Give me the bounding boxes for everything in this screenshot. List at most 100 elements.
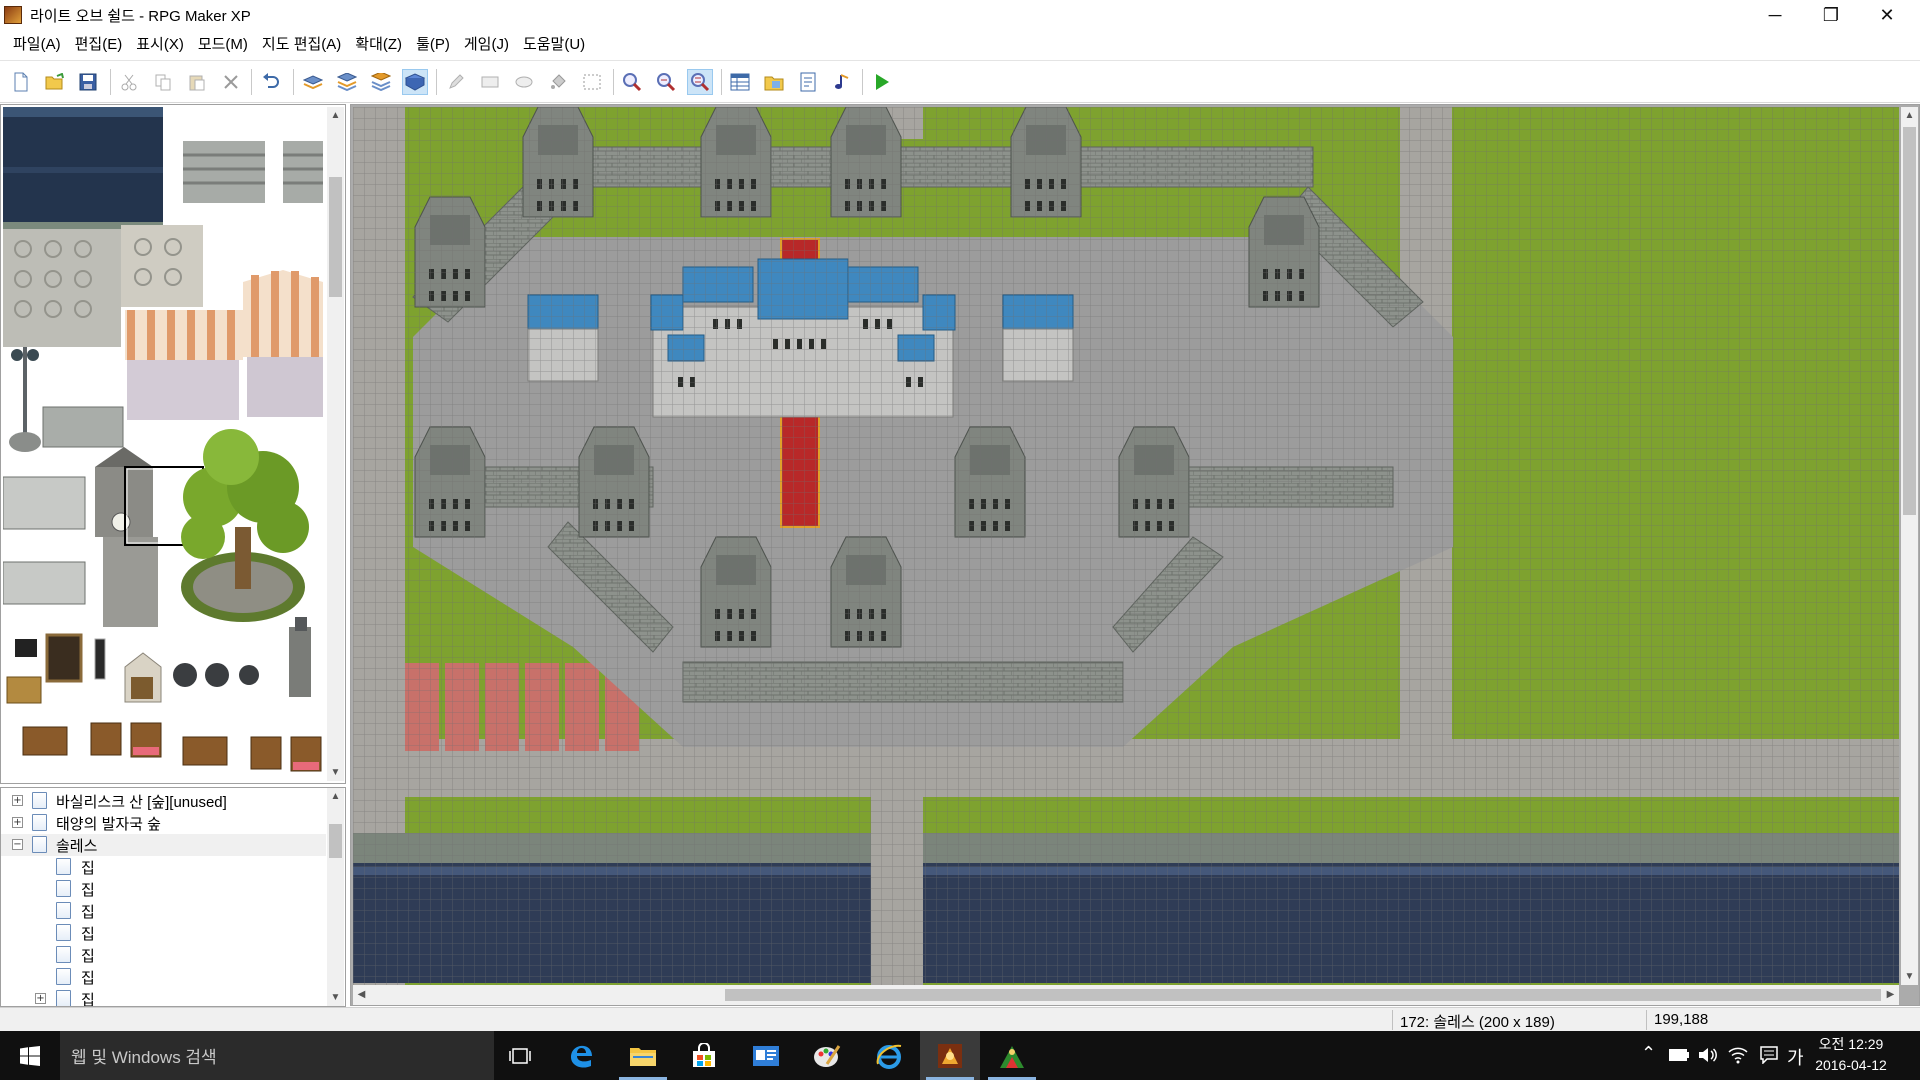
tree-item-house[interactable]: 집 <box>1 900 326 922</box>
zoom-1-1-button[interactable] <box>619 69 645 95</box>
tileset-scrollbar[interactable]: ▲ ▼ <box>327 107 344 781</box>
tree-item-soles[interactable]: − 솔레스 <box>1 834 326 856</box>
tree-item-basilisk-mountain[interactable]: + 바실리스크 산 [숲][unused] <box>1 790 326 812</box>
copy-button[interactable] <box>150 69 176 95</box>
restore-button[interactable]: ❐ <box>1808 0 1854 30</box>
scroll-left-arrow[interactable]: ◀ <box>353 986 370 1003</box>
tree-item-label: 솔레스 <box>56 837 98 855</box>
status-bar: 172: 솔레스 (200 x 189) 199,188 <box>0 1007 1920 1031</box>
expand-toggle[interactable]: + <box>35 993 46 1004</box>
scroll-thumb[interactable] <box>329 824 342 858</box>
tree-item-house[interactable]: 집 <box>1 878 326 900</box>
map-tree-scrollbar[interactable]: ▲ ▼ <box>327 788 344 1006</box>
pencil-button[interactable] <box>443 69 469 95</box>
menu-zoom[interactable]: 확대(Z) <box>348 31 409 59</box>
playtest-button[interactable] <box>869 69 895 95</box>
map-icon <box>56 880 71 897</box>
status-separator <box>1646 1010 1647 1030</box>
menu-mode[interactable]: 모드(M) <box>191 31 255 59</box>
tree-item-sun-footprint-forest[interactable]: + 태양의 발자국 숲 <box>1 812 326 834</box>
menu-view[interactable]: 표시(X) <box>129 31 191 59</box>
scroll-thumb[interactable] <box>329 177 342 297</box>
rectangle-button[interactable] <box>477 69 503 95</box>
action-center-icon[interactable] <box>1760 1046 1778 1064</box>
store-taskbar-button[interactable] <box>674 1031 734 1080</box>
cut-button[interactable] <box>116 69 142 95</box>
tree-item-house[interactable]: 집 <box>1 922 326 944</box>
sound-test-button[interactable] <box>829 69 855 95</box>
tree-item-house[interactable]: 집 <box>1 944 326 966</box>
rpg-maker-taskbar-button[interactable] <box>920 1031 980 1080</box>
edge-icon <box>571 1045 592 1068</box>
start-button[interactable] <box>0 1031 60 1080</box>
menu-game[interactable]: 게임(J) <box>457 31 516 59</box>
map-vertical-scrollbar[interactable]: ▲ ▼ <box>1901 107 1918 985</box>
edge-taskbar-button[interactable] <box>551 1031 611 1080</box>
layer-1-button[interactable] <box>300 69 326 95</box>
menu-edit[interactable]: 편집(E) <box>68 31 130 59</box>
contacts-taskbar-button[interactable] <box>736 1031 796 1080</box>
map-icon <box>56 946 71 963</box>
delete-button[interactable] <box>218 69 244 95</box>
task-view-button[interactable] <box>490 1031 550 1080</box>
menu-file[interactable]: 파일(A) <box>6 31 68 59</box>
menu-help[interactable]: 도움말(U) <box>516 31 592 59</box>
event-layer-button[interactable] <box>402 69 428 95</box>
map-horizontal-scrollbar[interactable]: ◀ ▶ <box>353 985 1899 1005</box>
scroll-down-arrow[interactable]: ▼ <box>327 989 344 1006</box>
ime-indicator[interactable]: 가 <box>1787 1044 1804 1070</box>
expand-toggle[interactable]: + <box>12 817 23 828</box>
menu-tools[interactable]: 툴(P) <box>409 31 457 59</box>
zoom-1-4-button[interactable] <box>687 69 713 95</box>
scroll-down-arrow[interactable]: ▼ <box>327 764 344 781</box>
expand-toggle[interactable]: + <box>12 795 23 806</box>
materials-button[interactable] <box>761 69 787 95</box>
paint-icon <box>814 1044 841 1067</box>
open-project-button[interactable] <box>42 69 68 95</box>
map-icon <box>56 902 71 919</box>
tileset-palette[interactable] <box>3 107 325 781</box>
undo-button[interactable] <box>258 69 284 95</box>
tree-item-house[interactable]: 집 <box>1 856 326 878</box>
scroll-thumb[interactable] <box>725 989 1881 1001</box>
close-button[interactable]: ✕ <box>1864 0 1910 30</box>
select-button[interactable] <box>579 69 605 95</box>
map-canvas[interactable] <box>353 107 1899 985</box>
fill-button[interactable] <box>545 69 571 95</box>
paste-button[interactable] <box>184 69 210 95</box>
zoom-1-2-button[interactable] <box>653 69 679 95</box>
tileset-image <box>3 107 325 781</box>
scroll-down-arrow[interactable]: ▼ <box>1901 968 1918 985</box>
ellipse-button[interactable] <box>511 69 537 95</box>
internet-explorer-taskbar-button[interactable] <box>859 1031 919 1080</box>
show-hidden-icons-icon[interactable]: ⌃ <box>1641 1043 1656 1064</box>
taskbar-search-box[interactable]: 웹 및 Windows 검색 <box>60 1031 494 1080</box>
tree-item-label: 집 <box>81 859 95 877</box>
layer-3-button[interactable] <box>368 69 394 95</box>
scroll-up-arrow[interactable]: ▲ <box>327 788 344 805</box>
collapse-toggle[interactable]: − <box>12 839 23 850</box>
new-project-button[interactable] <box>8 69 34 95</box>
paint-taskbar-button[interactable] <box>797 1031 857 1080</box>
wifi-icon[interactable] <box>1728 1046 1748 1064</box>
volume-icon[interactable] <box>1698 1046 1718 1064</box>
map-editor-panel: ▲ ▼ ◀ ▶ <box>350 104 1920 1006</box>
minimize-button[interactable]: ─ <box>1752 0 1798 30</box>
menu-map-edit[interactable]: 지도 편집(A) <box>255 31 348 59</box>
map-icon <box>32 792 47 809</box>
layer-2-button[interactable] <box>334 69 360 95</box>
file-explorer-taskbar-button[interactable] <box>613 1031 673 1080</box>
scroll-thumb[interactable] <box>1903 127 1916 515</box>
database-button[interactable] <box>727 69 753 95</box>
battery-icon[interactable] <box>1668 1048 1690 1062</box>
tree-item-house[interactable]: + 집 <box>1 988 326 1006</box>
game-taskbar-button[interactable] <box>982 1031 1042 1080</box>
script-editor-button[interactable] <box>795 69 821 95</box>
scroll-up-arrow[interactable]: ▲ <box>327 107 344 124</box>
scroll-right-arrow[interactable]: ▶ <box>1882 986 1899 1003</box>
materials-icon <box>764 76 784 91</box>
scroll-up-arrow[interactable]: ▲ <box>1901 107 1918 124</box>
tree-item-house[interactable]: 집 <box>1 966 326 988</box>
save-button[interactable] <box>75 69 101 95</box>
taskbar-clock[interactable]: 오전 12:29 2016-04-12 <box>1806 1034 1896 1076</box>
